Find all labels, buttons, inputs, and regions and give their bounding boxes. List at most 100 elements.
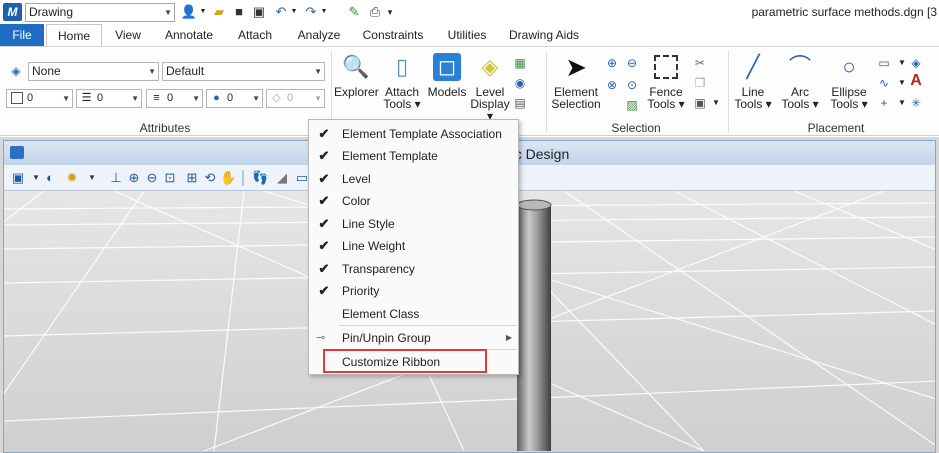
menu-item-line-weight[interactable]: ✔ Line Weight [309, 235, 518, 257]
tab-home[interactable]: Home [46, 24, 102, 47]
menu-item-level[interactable]: ✔ Level [309, 168, 518, 190]
fit-view-icon[interactable]: ⊞ [184, 170, 200, 186]
select-invert-icon[interactable]: ⊗ [604, 77, 620, 93]
pan-view-icon[interactable]: ✋ [220, 170, 236, 186]
color-value: 0 [27, 92, 34, 104]
line-style-icon: ☰ [81, 92, 92, 104]
ellipse-tools-button[interactable]: ○ Ellipse Tools ▾ [826, 51, 872, 110]
tab-annotate[interactable]: Annotate [158, 24, 220, 46]
level-icon: ◈ [11, 64, 21, 78]
fly-icon[interactable]: ◢ [274, 170, 290, 186]
title-bar: M Drawing ▼ 👤 ▼ ▰ ■ ▣ ↶ ▼ ↷ ▼ ✎ ⎙ ▾ para… [0, 0, 939, 24]
tab-file[interactable]: File [0, 24, 44, 46]
check-icon: ✔ [318, 238, 330, 253]
tab-view[interactable]: View [106, 24, 150, 46]
window-area-icon[interactable]: ⊡ [162, 170, 178, 186]
view-attributes-icon[interactable]: ▣ [10, 170, 26, 186]
arc-tools-button[interactable]: ⌒ Arc Tools ▾ [778, 51, 822, 110]
tab-constraints[interactable]: Constraints [356, 24, 430, 46]
menu-item-element-template-association[interactable]: ✔ Element Template Association [309, 123, 518, 145]
tab-analyze[interactable]: Analyze [290, 24, 348, 46]
chevron-down-icon[interactable]: ▼ [199, 4, 207, 20]
cut-icon[interactable]: ✂ [692, 55, 708, 71]
cylinder-top[interactable] [516, 199, 552, 211]
priority-combo[interactable]: ◇ 0 ▼ [266, 89, 325, 108]
cylinder-body[interactable] [517, 205, 551, 451]
menu-item-color[interactable]: ✔ Color [309, 190, 518, 212]
more-tools-icon[interactable]: ▤ [512, 95, 528, 111]
shape-icon[interactable]: ◈ [908, 55, 924, 71]
color-combo[interactable]: 0 ▼ [6, 89, 73, 108]
transparency-value: 0 [227, 92, 234, 104]
line-style-combo[interactable]: ☰ 0 ▼ [76, 89, 142, 108]
line-icon: ╱ [746, 54, 760, 79]
user-icon[interactable]: 👤 [180, 4, 198, 20]
level-display-button[interactable]: ◈ Level Display ▾ [470, 51, 510, 122]
tab-drawing-aids[interactable]: Drawing Aids [504, 24, 584, 46]
arrow-cursor-icon: ➤ [565, 52, 587, 82]
group-separator [546, 51, 547, 133]
fence-tools-button[interactable]: Fence Tools ▾ [644, 51, 688, 110]
app-logo-icon[interactable]: M [3, 3, 22, 21]
menu-item-element-class[interactable]: Element Class [309, 303, 518, 325]
window-title: parametric surface methods.dgn [3 [751, 5, 937, 19]
priority-icon: ◇ [272, 92, 281, 104]
select-all-icon[interactable]: ⊙ [624, 77, 640, 93]
walk-icon[interactable]: 👣 [252, 170, 268, 186]
print-icon[interactable]: ⎙ [366, 4, 384, 20]
rotate-view-icon[interactable]: ⟲ [202, 170, 218, 186]
select-subtract-icon[interactable]: ⊖ [624, 55, 640, 71]
template-combo[interactable]: Default ▼ [162, 62, 325, 81]
lighting-icon[interactable]: ✹ [64, 170, 80, 186]
tab-attach[interactable]: Attach [228, 24, 282, 46]
select-options-icon[interactable]: ▨ [624, 97, 640, 113]
transparency-combo[interactable]: ● 0 ▼ [206, 89, 263, 108]
menu-item-line-style[interactable]: ✔ Line Style [309, 213, 518, 235]
save-icon[interactable]: ■ [230, 4, 248, 20]
text-icon[interactable]: A [908, 73, 924, 89]
properties-icon[interactable]: ▦ [512, 55, 528, 71]
folder-open-icon[interactable]: ▰ [210, 4, 228, 20]
tab-utilities[interactable]: Utilities [438, 24, 496, 46]
more-icon[interactable]: ▾ [385, 4, 395, 20]
select-add-icon[interactable]: ⊕ [604, 55, 620, 71]
display-style-icon[interactable]: ◐ [42, 170, 58, 186]
level-combo[interactable]: None ▼ [28, 62, 159, 81]
undo-icon[interactable]: ↶ [272, 4, 290, 20]
chevron-down-icon[interactable]: ▼ [84, 170, 100, 186]
workflow-combo[interactable]: Drawing ▼ [25, 3, 175, 22]
models-button[interactable]: ◻ Models [426, 51, 468, 98]
rectangle-icon[interactable]: ▭ [876, 55, 892, 71]
curve-icon[interactable]: ∿ [876, 75, 892, 91]
paste-icon[interactable]: ▣ [692, 95, 708, 111]
point-icon[interactable]: + [876, 95, 892, 111]
zoom-out-icon[interactable]: ⊖ [144, 170, 160, 186]
menu-item-element-template[interactable]: ✔ Element Template [309, 145, 518, 167]
group-separator [728, 51, 729, 133]
check-icon: ✔ [318, 126, 330, 141]
chevron-down-icon[interactable]: ▼ [290, 4, 298, 20]
chevron-down-icon[interactable]: ▼ [708, 95, 724, 111]
menu-item-pin-unpin-group[interactable]: ⊸ Pin/Unpin Group ▶ [309, 327, 518, 349]
line-weight-combo[interactable]: ≡ 0 ▼ [146, 89, 203, 108]
attach-tools-button[interactable]: ▯ Attach Tools ▾ [381, 51, 423, 110]
pin-icon[interactable]: ✎ [345, 4, 363, 20]
models-cube-icon: ◻ [433, 53, 461, 81]
chevron-down-icon[interactable]: ▼ [320, 4, 328, 20]
explorer-button[interactable]: 🔍 Explorer [334, 51, 379, 98]
save-settings-icon[interactable]: ▣ [250, 4, 268, 20]
zoom-in-icon[interactable]: ⊕ [126, 170, 142, 186]
update-view-icon[interactable]: ⊥ [108, 170, 124, 186]
info-icon[interactable]: ◉ [512, 75, 528, 91]
explorer-icon: 🔍 [342, 54, 370, 79]
chevron-down-icon: ▼ [164, 8, 172, 17]
cell-icon[interactable]: ✳ [908, 95, 924, 111]
redo-icon[interactable]: ↷ [302, 4, 320, 20]
element-selection-button[interactable]: ➤ Element Selection [551, 51, 601, 110]
level-display-icon: ◈ [481, 54, 499, 79]
copy-icon[interactable]: ❐ [692, 75, 708, 91]
pin-icon: ⊸ [316, 332, 326, 344]
menu-item-transparency[interactable]: ✔ Transparency [309, 258, 518, 280]
menu-item-priority[interactable]: ✔ Priority [309, 280, 518, 302]
line-tools-button[interactable]: ╱ Line Tools ▾ [731, 51, 775, 110]
